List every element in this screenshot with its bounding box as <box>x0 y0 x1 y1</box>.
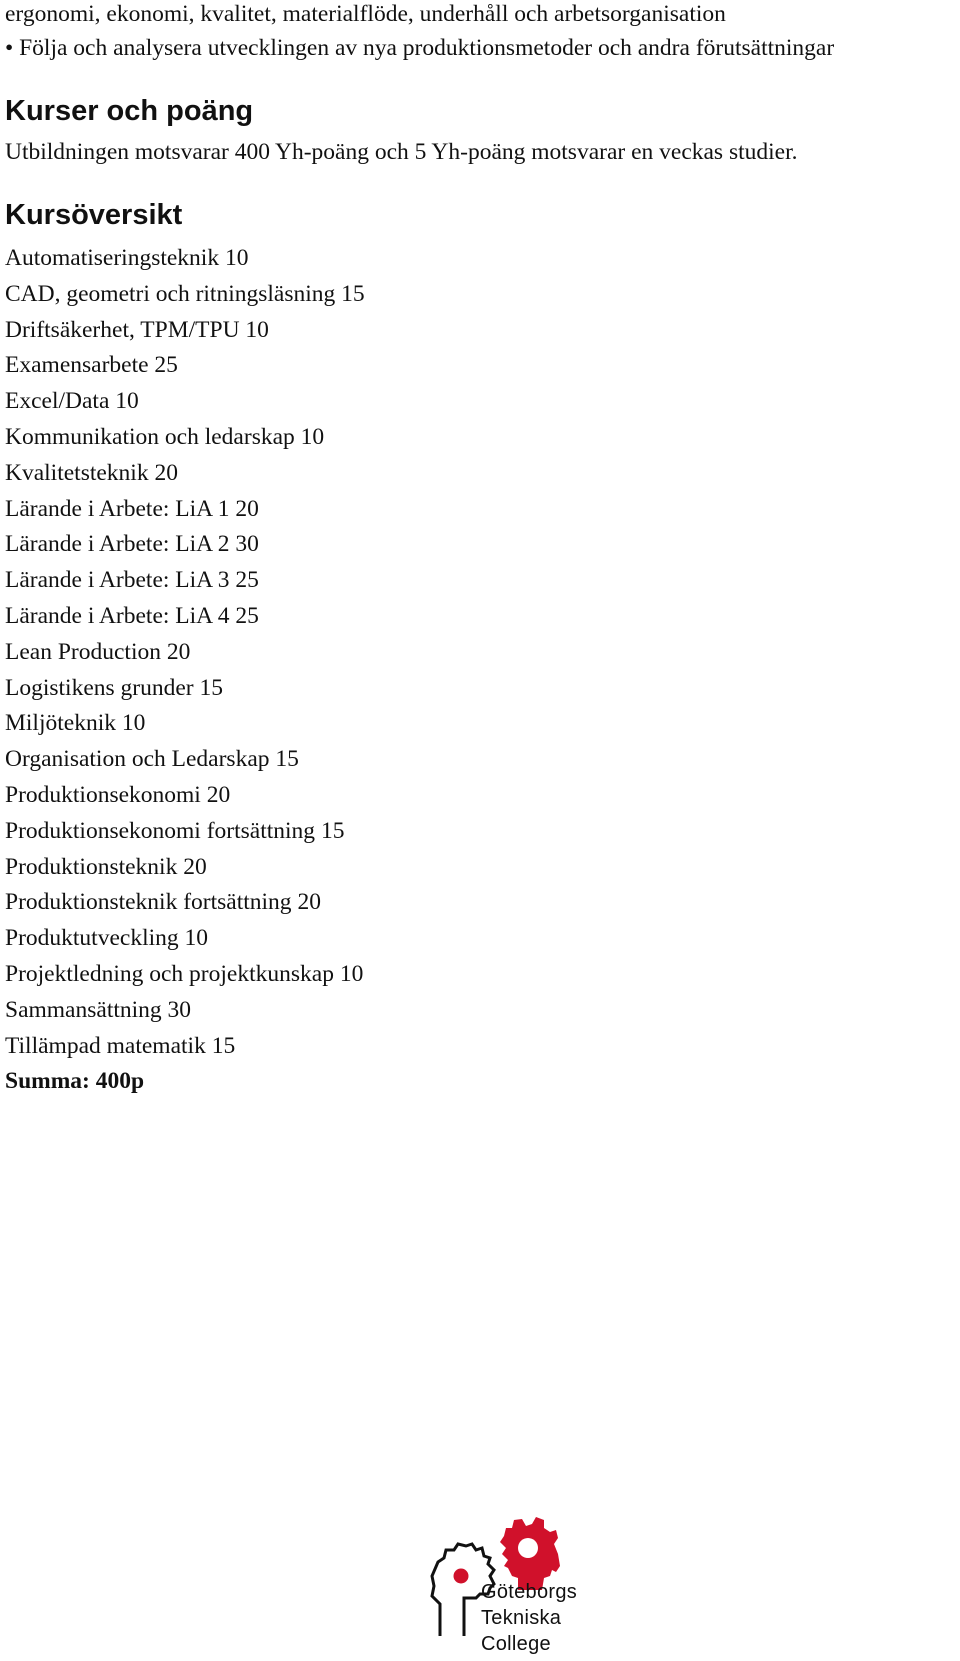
course-item: Automatiseringsteknik 10 <box>5 241 365 277</box>
course-points: 30 <box>167 996 192 1023</box>
course-points: 20 <box>154 459 178 486</box>
course-name: Kvalitetsteknik <box>5 459 149 486</box>
course-item: Lärande i Arbete: LiA 3 25 <box>5 563 365 599</box>
course-item: Excel/Data 10 <box>5 384 365 420</box>
course-name: Sammansättning <box>5 996 162 1023</box>
course-name: Excel/Data <box>5 388 110 415</box>
course-item: Produktionsekonomi 20 <box>5 778 365 814</box>
course-name: Examensarbete <box>5 352 149 379</box>
course-item: Projektledning och projektkunskap 10 <box>5 957 365 993</box>
course-points: 20 <box>183 853 207 880</box>
course-points: 15 <box>211 1032 236 1059</box>
credits-text: Utbildningen motsvarar 400 Yh-poäng och … <box>5 139 798 165</box>
course-item: Organisation och Ledarskap 15 <box>5 742 365 778</box>
course-name: Lärande i Arbete: LiA 4 <box>5 602 230 629</box>
course-item: Lärande i Arbete: LiA 4 25 <box>5 599 365 635</box>
course-sum: Summa: 400p <box>5 1068 145 1095</box>
course-item: Lärande i Arbete: LiA 2 30 <box>5 527 365 563</box>
course-overview-heading: Kursöversikt <box>5 199 183 231</box>
course-item: Driftsäkerhet, TPM/TPU 10 <box>5 313 365 349</box>
course-points: 20 <box>297 889 321 916</box>
credits-heading: Kurser och poäng <box>5 95 254 127</box>
course-points: 25 <box>235 567 259 594</box>
course-name: Produktionsekonomi <box>5 781 201 808</box>
course-item: Produktionsteknik 20 <box>5 850 365 886</box>
course-points: 10 <box>224 245 249 271</box>
course-name: CAD, geometri och ritningsläsning <box>5 280 336 307</box>
course-points: 10 <box>245 316 269 343</box>
course-item: CAD, geometri och ritningsläsning 15 <box>5 277 365 313</box>
course-points: 10 <box>121 710 146 737</box>
course-points: 15 <box>199 674 224 701</box>
course-name: Organisation och Ledarskap <box>5 746 270 773</box>
course-name: Lärande i Arbete: LiA 1 <box>5 495 230 522</box>
course-name: Produktionsteknik <box>5 853 178 880</box>
course-name: Logistikens grunder <box>5 674 194 701</box>
course-points: 10 <box>300 423 325 450</box>
course-item: Kvalitetsteknik 20 <box>5 456 365 492</box>
course-item: Logistikens grunder 15 <box>5 671 365 707</box>
course-item: Produktutveckling 10 <box>5 921 365 957</box>
course-item: Lärande i Arbete: LiA 1 20 <box>5 492 365 528</box>
course-name: Lärande i Arbete: LiA 3 <box>5 567 230 594</box>
course-item: Sammansättning 30 <box>5 993 365 1029</box>
course-name: Produktionsteknik fortsättning <box>5 889 292 916</box>
course-name: Lärande i Arbete: LiA 2 <box>5 531 230 558</box>
course-name: Kommunikation och ledarskap <box>5 423 295 450</box>
course-item: Produktionsteknik fortsättning 20 <box>5 885 365 921</box>
logo-text-line-3: College <box>481 1633 551 1655</box>
course-points: 30 <box>235 531 259 558</box>
course-item: Produktionsekonomi fortsättning 15 <box>5 814 365 850</box>
red-dot-icon <box>453 1568 469 1584</box>
course-name: Produktutveckling <box>5 925 179 952</box>
course-item: Lean Production 20 <box>5 635 365 671</box>
course-name: Miljöteknik <box>5 710 116 737</box>
logo-text-line-2: Tekniska <box>481 1607 562 1629</box>
course-name: Projektledning och projektkunskap <box>5 960 334 987</box>
course-points: 25 <box>235 602 259 629</box>
course-points: 20 <box>166 638 191 665</box>
intro-bullet-item: • Följa och analysera utvecklingen av ny… <box>5 35 835 61</box>
course-item: Tillämpad matematik 15 <box>5 1029 365 1065</box>
course-name: Tillämpad matematik <box>5 1032 206 1059</box>
logo-text-line-1: Göteborgs <box>481 1581 578 1603</box>
course-points: 10 <box>339 960 364 987</box>
course-points: 10 <box>184 925 209 952</box>
course-list: Automatiseringsteknik 10 CAD, geometri oc… <box>5 241 365 1100</box>
course-points: 20 <box>235 495 259 522</box>
course-points: 20 <box>206 781 231 808</box>
course-name: Driftsäkerhet, TPM/TPU <box>5 316 240 343</box>
course-points: 10 <box>115 388 139 415</box>
course-points: 15 <box>341 280 365 307</box>
course-name: Produktionsekonomi fortsättning <box>5 817 316 844</box>
course-item: Examensarbete 25 <box>5 348 365 384</box>
course-points: 25 <box>154 352 178 379</box>
course-name: Lean Production <box>5 638 161 665</box>
course-name: Automatiseringsteknik <box>5 245 220 271</box>
course-item: Miljöteknik 10 <box>5 706 365 742</box>
course-points: 15 <box>275 746 299 773</box>
intro-line-1: ergonomi, ekonomi, kvalitet, materialflö… <box>5 1 726 27</box>
course-points: 15 <box>320 817 345 844</box>
course-item: Kommunikation och ledarskap 10 <box>5 420 365 456</box>
